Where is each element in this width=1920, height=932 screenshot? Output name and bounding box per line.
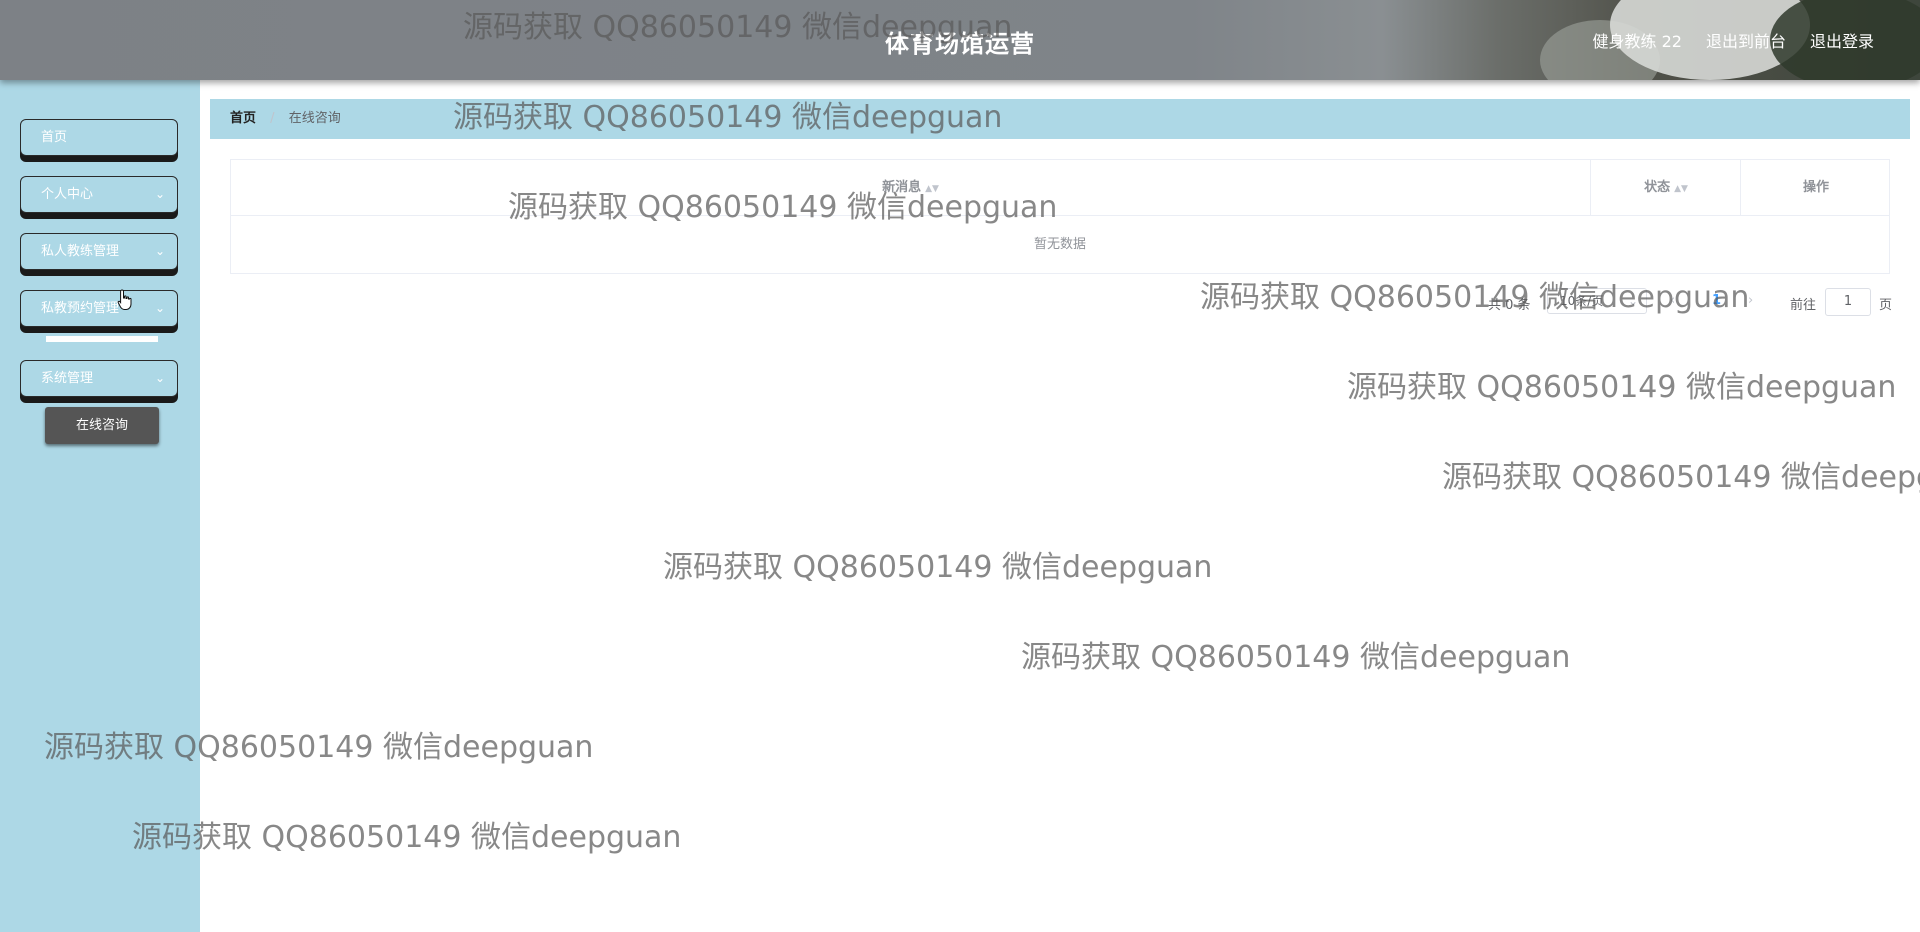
prev-page-icon[interactable]: ‹ xyxy=(1670,293,1675,308)
column-header-new-message[interactable]: 新消息 ▲▼ xyxy=(231,160,1590,215)
consult-table: 新消息 ▲▼ 状态 ▲▼ 操作 暂无数据 xyxy=(230,159,1890,274)
current-user-label: 健身教练 22 xyxy=(1592,32,1682,51)
sidebar-item-system-management[interactable]: 系统管理 ⌄ xyxy=(20,360,178,397)
watermark-text: 源码获取 QQ86050149 微信deepguan xyxy=(663,550,1213,585)
sidebar-item-label: 个人中心 xyxy=(41,187,94,202)
header-nav: 健身教练 22 退出到前台 退出登录 xyxy=(1593,28,1874,52)
table-header: 新消息 ▲▼ 状态 ▲▼ 操作 xyxy=(231,160,1889,216)
page-size-select[interactable]: 10条/页 ⌄ xyxy=(1547,288,1647,314)
watermark-text: 源码获取 QQ86050149 微信deepguan xyxy=(132,820,682,855)
sort-icon[interactable]: ▲▼ xyxy=(925,184,939,194)
sidebar-item-label: 私人教练管理 xyxy=(41,244,120,259)
sidebar-item-booking-management[interactable]: 私教预约管理 ⌄ xyxy=(20,290,178,327)
logout-link[interactable]: 退出登录 xyxy=(1810,28,1874,52)
sidebar-item-personal-center[interactable]: 个人中心 ⌄ xyxy=(20,176,178,213)
exit-to-front-link[interactable]: 退出到前台 xyxy=(1706,28,1786,52)
pagination: 共 0 条 10条/页 ⌄ ‹ 1 › 前往 1 页 xyxy=(1480,288,1893,316)
breadcrumb-separator: / xyxy=(270,111,275,126)
column-header-actions: 操作 xyxy=(1740,160,1891,215)
chevron-down-icon: ⌄ xyxy=(154,244,165,258)
sidebar: 首页 个人中心 ⌄ 私人教练管理 ⌄ 私教预约管理 ⌄ 系统管理 ⌄ 在线咨询 xyxy=(0,80,200,932)
breadcrumb: 首页 / 在线咨询 xyxy=(210,99,1910,139)
sidebar-item-label: 私教预约管理 xyxy=(41,301,120,316)
chevron-down-icon: ⌄ xyxy=(1627,294,1638,308)
menu-hover-indicator xyxy=(46,336,158,342)
next-page-icon[interactable]: › xyxy=(1748,293,1753,308)
goto-label: 前往 xyxy=(1790,298,1817,313)
column-header-status[interactable]: 状态 ▲▼ xyxy=(1590,160,1741,215)
breadcrumb-current: 在线咨询 xyxy=(288,111,341,126)
watermark-text: 源码获取 QQ86050149 微信deepguan xyxy=(1442,460,1920,495)
sidebar-item-home[interactable]: 首页 xyxy=(20,119,178,156)
sidebar-item-trainer-management[interactable]: 私人教练管理 ⌄ xyxy=(20,233,178,270)
watermark-text: 源码获取 QQ86050149 微信deepguan xyxy=(1347,370,1897,405)
sidebar-item-label: 首页 xyxy=(41,130,68,145)
watermark-text: 源码获取 QQ86050149 微信deepguan xyxy=(1021,640,1571,675)
sort-icon[interactable]: ▲▼ xyxy=(1674,184,1688,194)
hand-cursor-icon xyxy=(117,289,132,310)
pagination-total: 共 0 条 xyxy=(1488,298,1531,313)
empty-table-text: 暂无数据 xyxy=(1033,237,1086,252)
submenu-item-online-consult[interactable]: 在线咨询 xyxy=(45,407,159,444)
page-number[interactable]: 1 xyxy=(1712,293,1721,308)
page-unit-label: 页 xyxy=(1879,298,1893,313)
chevron-down-icon: ⌄ xyxy=(154,301,165,315)
chevron-down-icon: ⌄ xyxy=(154,187,165,201)
chevron-down-icon: ⌄ xyxy=(154,371,165,385)
sidebar-item-label: 系统管理 xyxy=(41,371,94,386)
page-jump-input[interactable]: 1 xyxy=(1825,288,1871,316)
breadcrumb-home[interactable]: 首页 xyxy=(230,111,256,126)
top-header: 体育场馆运营 健身教练 22 退出到前台 退出登录 xyxy=(0,0,1920,80)
